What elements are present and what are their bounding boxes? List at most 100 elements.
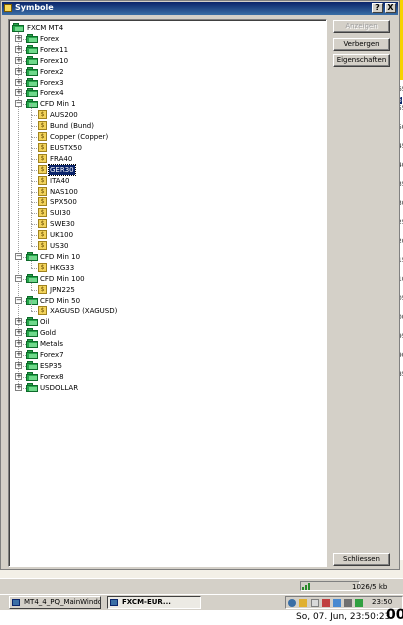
tree-symbol[interactable]: $ XAGUSD (XAGUSD) [9,300,319,316]
expand-icon[interactable]: + [15,89,22,97]
date-time-display: So, 07. Jun, 23:50:23 [296,612,391,622]
dialog-titlebar[interactable]: Symbole ? X [2,2,398,15]
taskbar-clock: 23:50 [372,598,393,606]
symbols-dialog: Symbole ? X FXCM MT4 + Forex + Forex11 + Forex… [0,0,400,570]
tree-symbol[interactable]: $ US30 [9,235,319,251]
tree-folder[interactable]: − CFD Min 1 [9,99,319,109]
tree-guide-line [31,213,32,225]
tree-folder-label: Forex10 [40,56,69,65]
tree-folder[interactable]: + Metals [9,339,319,349]
device-icon[interactable] [311,599,319,607]
tree-folder[interactable]: − CFD Min 50 [9,295,319,306]
folder-icon [26,66,38,76]
tree-folder[interactable]: + Forex2 [9,66,319,77]
expand-icon[interactable]: + [15,78,22,86]
tree-folder[interactable]: + Gold [9,328,319,338]
tree-folder[interactable]: + Forex3 [9,77,319,88]
tree-guide-line [31,136,32,148]
folder-icon [26,317,38,327]
show-button[interactable]: Anzeigen [333,20,390,33]
symbol-icon: $ [38,306,47,316]
tree-folder-label: Forex7 [40,351,64,359]
symbol-icon: $ [38,142,47,152]
collapse-icon[interactable]: − [15,252,22,260]
expand-icon[interactable]: + [15,318,22,326]
tree-folder[interactable]: + Oil [9,317,319,327]
connection-bars-icon [302,582,312,590]
close-x-button[interactable]: X [385,3,396,13]
tree-guide-line [31,235,32,246]
tree-folder[interactable]: + Forex10 [9,55,319,66]
tree-folder[interactable]: + Forex8 [9,371,319,382]
tree-folder-label: Metals [40,340,63,349]
tree-symbol[interactable]: $ GER30 [9,158,319,176]
expand-icon[interactable]: + [15,340,22,348]
expand-icon[interactable]: + [15,329,22,337]
folder-icon [26,33,38,43]
tree-symbol[interactable]: $ JPN225 [9,278,319,295]
window-icon [110,599,118,606]
expand-icon[interactable]: + [15,45,22,53]
tree-symbol[interactable]: $ UK100 [9,224,319,240]
expand-icon[interactable]: + [15,372,22,380]
tree-folder-label: ESP35 [40,361,62,370]
tree-folder[interactable]: − CFD Min 100 [9,273,319,284]
tree-symbol-label: Bund (Bund) [50,122,94,131]
tree-folder[interactable]: + USDOLLAR [9,382,319,393]
expand-icon[interactable]: + [15,361,22,369]
close-button[interactable]: Schliessen [333,553,390,566]
tree-folder-label: CFD Min 1 [40,100,76,109]
tree-folder[interactable]: + Forex [9,33,319,44]
tree-folder[interactable]: + Forex11 [9,44,319,55]
taskbar-item-mainwindow[interactable]: MT4_4_PQ_MainWindow [9,596,101,609]
properties-button[interactable]: Eigenschaften [333,54,390,67]
expand-icon[interactable]: + [15,67,22,75]
tree-symbol[interactable]: $ HKG33 [9,256,319,273]
expand-icon[interactable]: + [15,56,22,64]
folder-icon [26,350,38,359]
speaker-icon[interactable] [344,599,352,607]
collapse-icon[interactable]: − [15,296,22,304]
expand-icon[interactable]: + [15,34,22,42]
tree-folder[interactable]: + Forex7 [9,350,319,360]
tree-folder-label: CFD Min 10 [40,252,81,261]
folder-icon [26,77,38,87]
network-icon[interactable] [288,599,296,607]
symbol-tree[interactable]: FXCM MT4 + Forex + Forex11 + Forex10 + Forex2 + Fo… [8,19,327,567]
tree-folder-label: CFD Min 50 [40,296,81,305]
tree-folder[interactable]: + Forex4 [9,88,319,98]
tree-folder[interactable]: − CFD Min 10 [9,251,319,262]
tree-symbol[interactable]: $ AUS200 [9,104,319,120]
tree-folder[interactable]: + ESP35 [9,360,319,371]
tree-guide-line [31,104,32,116]
tree-symbol[interactable]: $ SUI30 [9,202,319,218]
collapse-icon[interactable]: − [15,274,22,282]
alert-icon[interactable] [322,599,330,607]
tree-symbol[interactable]: $ ITA40 [9,169,319,186]
tree-symbol-label: AUS200 [50,111,78,120]
monitor-icon[interactable] [333,599,341,607]
tree-symbol[interactable]: $ Bund (Bund) [9,115,319,131]
symbol-icon: $ [38,262,47,272]
tree-symbol[interactable]: $ SWE30 [9,213,319,229]
tree-symbol[interactable]: $ SPX500 [9,191,319,207]
tree-symbol-label: JPN225 [50,285,75,294]
tree-symbol[interactable]: $ EUSTX50 [9,136,319,153]
hide-button[interactable]: Verbergen [333,38,390,51]
status-icon[interactable] [355,599,363,607]
expand-icon[interactable]: + [15,383,22,391]
tree-folder-label: Forex [40,34,60,43]
traffic-counter: 1026/5 kb [352,583,388,591]
symbol-icon: $ [38,121,47,131]
collapse-icon[interactable]: − [15,100,22,108]
security-icon[interactable] [299,599,307,607]
taskbar-item-fxcm[interactable]: FXCM-EUR... [107,596,201,609]
symbol-icon: $ [38,164,47,174]
tree-guide-line [31,169,32,181]
tree-symbol[interactable]: $ Copper (Copper) [9,126,319,142]
tree-symbol[interactable]: $ FRA40 [9,147,319,164]
expand-icon[interactable]: + [15,351,22,358]
tree-symbol[interactable]: $ NAS100 [9,180,319,197]
help-button[interactable]: ? [372,3,383,13]
tree-symbol-label: HKG33 [50,263,75,272]
